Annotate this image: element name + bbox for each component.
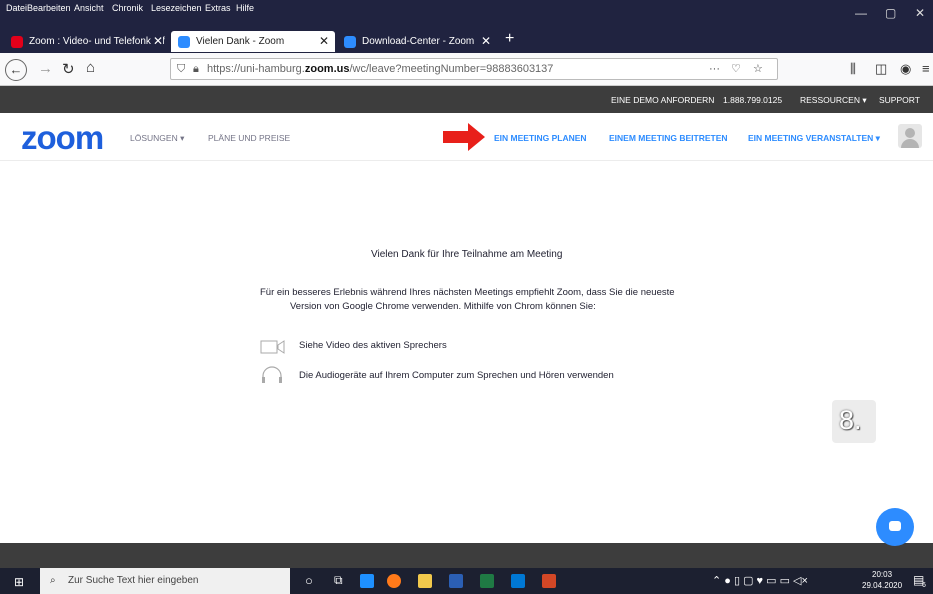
sidebar-icon[interactable]: ◫ [875,61,887,77]
zoom-header: zoom LÖSUNGEN ▾ PLÄNE UND PREISE EIN MEE… [0,113,933,161]
tab-uni-hamburg[interactable]: Zoom : Video- und Telefonkonf ✕ [4,31,169,52]
system-tray-icons[interactable]: ⌃ ● ▯ ▢ ♥ ▭ ▭ ◁× [712,574,808,587]
task-view-icon[interactable]: ⧉ [334,573,343,588]
clock-time[interactable]: 20:03 [872,570,892,579]
bookmark-star-icon[interactable]: ☆ [753,59,763,79]
close-window-icon[interactable]: ✕ [915,6,925,20]
excel-icon[interactable] [480,574,494,588]
url-bar[interactable]: ⛉ 🔒︎ https://uni-hamburg.zoom.us/wc/leav… [170,58,778,80]
support-link[interactable]: SUPPORT [879,95,920,105]
tab-title: Download-Center - Zoom [362,36,475,47]
menu-bar: Datei Bearbeiten Ansicht Chronik Lesezei… [0,0,933,29]
firefox-icon[interactable] [387,574,401,588]
back-icon[interactable]: ← [5,59,27,81]
menu-chronik[interactable]: Chronik [112,3,143,13]
menu-bearbeiten[interactable]: Bearbeiten [27,3,71,13]
close-tab-icon[interactable]: ✕ [319,34,329,48]
taskbar-search-box[interactable]: ⌕ Zur Suche Text hier eingeben [40,568,290,594]
tab-download-center[interactable]: Download-Center - Zoom ✕ [337,31,497,52]
host-meeting-dropdown[interactable]: EIN MEETING VERANSTALTEN ▾ [748,133,880,144]
windows-taskbar: ⊞ ⌕ Zur Suche Text hier eingeben ○ ⧉ ⌃ ●… [0,568,933,594]
menu-ansicht[interactable]: Ansicht [74,3,104,13]
zoom-footer [0,543,933,568]
notification-count: 6 [922,582,926,589]
url-domain: zoom.us [304,63,350,75]
reload-icon[interactable]: ↻ [62,60,75,78]
schedule-meeting-link[interactable]: EIN MEETING PLANEN [494,133,587,143]
chat-button[interactable] [876,508,914,546]
new-tab-button[interactable]: + [505,30,514,48]
step-number: 8. [839,405,862,435]
home-icon[interactable]: ⌂ [86,59,95,76]
resources-dropdown[interactable]: RESSOURCEN ▾ [800,95,867,106]
nav-bar: ← → ↻ ⌂ ⛉ 🔒︎ https://uni-hamburg.zoom.us… [0,53,933,86]
feature-audio-text: Die Audiogeräte auf Ihrem Computer zum S… [299,370,614,381]
plans-pricing-link[interactable]: PLÄNE UND PREISE [208,133,290,143]
url-path: /wc/leave?meetingNumber=98883603137 [349,63,554,75]
hamburger-menu-icon[interactable]: ≡ [922,61,930,76]
phone-number: 1.888.799.0125 [723,95,783,105]
tab-title: Vielen Dank - Zoom [196,36,285,47]
zoom-icon [344,35,356,48]
word-icon[interactable] [449,574,463,588]
join-meeting-link[interactable]: EINEM MEETING BEITRETEN [609,133,728,143]
request-demo-link[interactable]: EINE DEMO ANFORDERN [611,95,714,105]
edge-icon[interactable] [360,574,374,588]
close-tab-icon[interactable]: ✕ [150,34,163,48]
library-icon[interactable]: ⫼ [850,61,856,77]
url-prefix: https://uni-hamburg. [207,63,305,75]
menu-hilfe[interactable]: Hilfe [236,3,254,13]
minimize-icon[interactable]: — [855,6,867,20]
feature-video-text: Siehe Video des aktiven Sprechers [299,340,447,351]
forward-icon[interactable]: → [38,60,53,77]
pocket-icon[interactable]: ♡ [731,59,741,79]
menu-datei[interactable]: Datei [6,3,27,13]
headphones-icon [262,366,282,383]
thanks-heading: Vielen Dank für Ihre Teilnahme am Meetin… [371,249,563,260]
outlook-icon[interactable] [511,574,525,588]
clock-date[interactable]: 29.04.2020 [862,581,902,590]
cortana-icon[interactable]: ○ [305,573,313,588]
menu-lesezeichen[interactable]: Lesezeichen [151,3,202,13]
red-arrow-icon [443,123,485,151]
powerpoint-icon[interactable] [542,574,556,588]
tab-vielen-dank[interactable]: Vielen Dank - Zoom ✕ [171,31,335,52]
step-badge: 8. [832,400,876,443]
windows-start-icon[interactable]: ⊞ [14,575,24,589]
uhh-icon [11,35,23,48]
shield-icon[interactable]: ⛉ [177,59,185,79]
close-tab-icon[interactable]: ✕ [481,34,491,48]
tab-title: Zoom : Video- und Telefonkonf [29,36,165,47]
lock-icon: 🔒︎ [193,63,199,75]
zoom-logo[interactable]: zoom [21,119,104,157]
search-icon: ⌕ [50,575,56,586]
search-placeholder: Zur Suche Text hier eingeben [68,575,199,586]
chat-bubble-icon [889,521,901,531]
zoom-top-strip: EINE DEMO ANFORDERN 1.888.799.0125 RESSO… [0,86,933,113]
page-actions-icon[interactable]: ··· [709,59,720,79]
recommend-line-1: Für ein besseres Erlebnis während Ihres … [260,287,675,298]
screen: Datei Bearbeiten Ansicht Chronik Lesezei… [0,0,933,594]
video-camera-icon [260,340,285,354]
maximize-icon[interactable]: ▢ [885,6,896,20]
avatar[interactable] [898,124,922,148]
file-explorer-icon[interactable] [418,574,432,588]
zoom-icon [178,35,190,48]
recommend-line-2: Version von Google Chrome verwenden. Mit… [290,301,596,312]
extension-icon[interactable]: ◉ [900,61,911,77]
tab-bar: Zoom : Video- und Telefonkonf ✕ Vielen D… [0,29,933,53]
menu-extras[interactable]: Extras [205,3,231,13]
solutions-dropdown[interactable]: LÖSUNGEN ▾ [130,133,184,144]
